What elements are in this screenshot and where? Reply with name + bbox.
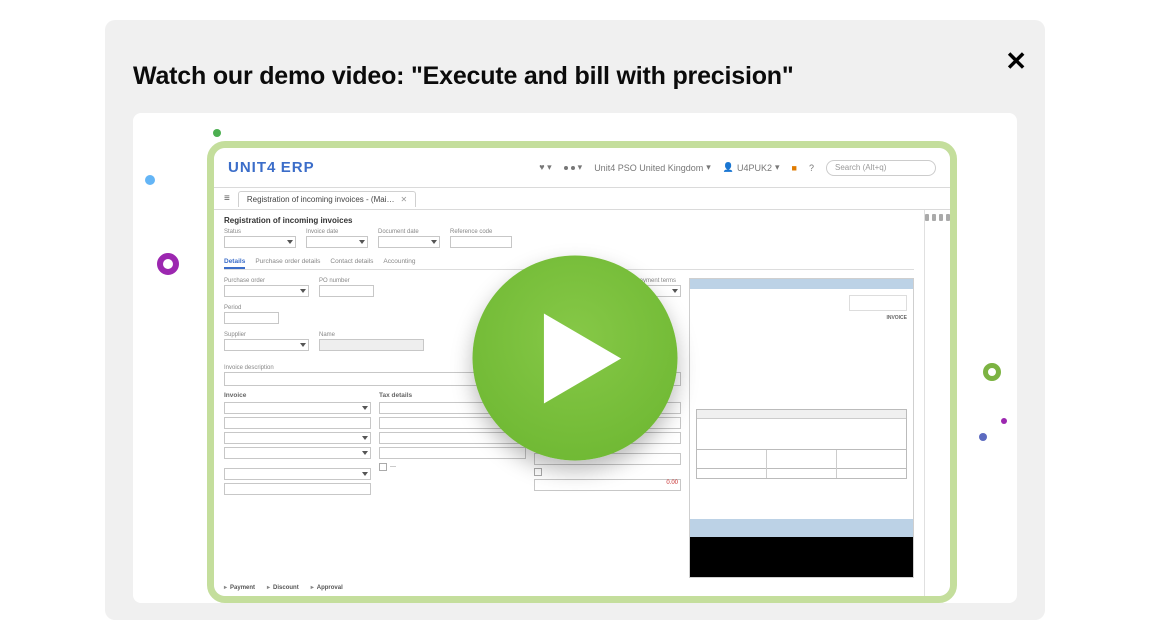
document-preview: INVOICE (689, 278, 914, 578)
tab-po-details: Purchase order details (255, 256, 320, 269)
play-button[interactable] (473, 256, 678, 461)
decorative-dot (1001, 418, 1007, 424)
tab-accounting: Accounting (383, 256, 415, 269)
close-icon: ✕ (400, 195, 407, 204)
apps-icon: ▾ (564, 162, 583, 173)
favorites-icon: ♥ ▾ (539, 162, 551, 173)
invoice-f3 (224, 432, 371, 444)
supplier-name (319, 339, 424, 351)
workspace-tab: Registration of incoming invoices - (Mai… (238, 191, 416, 207)
help-icon: ? (809, 163, 814, 173)
side-icon (946, 214, 950, 221)
invoice-f4 (224, 447, 371, 459)
section-payment: ▸Payment (224, 584, 255, 591)
page-title: Registration of incoming invoices (224, 216, 914, 225)
decorative-ring (983, 363, 1001, 381)
reference-code (450, 236, 512, 248)
po-number (319, 285, 374, 297)
user-menu: 👤 U4PUK2 ▾ (723, 162, 780, 173)
amt-f5: 0.00 (534, 479, 681, 491)
modal-title: Watch our demo video: "Execute and bill … (133, 62, 1017, 91)
invoice-date (306, 236, 368, 248)
notification-icon: ■ (792, 163, 797, 173)
global-search: Search (Alt+q) (826, 160, 936, 176)
company-selector: Unit4 PSO United Kingdom ▾ (594, 162, 711, 173)
section-discount: ▸Discount (267, 584, 299, 591)
play-icon (542, 313, 622, 403)
video-thumbnail[interactable]: UNIT4 ERP ♥ ▾ ▾ Unit4 PSO United Kingdom… (133, 113, 1017, 603)
period (224, 312, 279, 324)
demo-video-modal: ✕ Watch our demo video: "Execute and bil… (105, 20, 1045, 620)
close-button[interactable]: ✕ (1005, 48, 1027, 74)
erp-logo: UNIT4 ERP (228, 159, 315, 177)
supplier (224, 339, 309, 351)
erp-tabrow: ≡ Registration of incoming invoices - (M… (214, 188, 950, 210)
status-select (224, 236, 296, 248)
invoice-f1 (224, 402, 371, 414)
invoice-f5 (224, 468, 371, 480)
tax-f4 (379, 447, 526, 459)
invoice-f2 (224, 417, 371, 429)
side-icon (939, 214, 943, 221)
tab-details: Details (224, 256, 245, 269)
side-icon (932, 214, 936, 221)
decorative-dot (979, 433, 987, 441)
po-input (224, 285, 309, 297)
decorative-dot (213, 129, 221, 137)
decorative-dot (145, 175, 155, 185)
tax-f3 (379, 432, 526, 444)
erp-header: UNIT4 ERP ♥ ▾ ▾ Unit4 PSO United Kingdom… (214, 148, 950, 188)
side-icon (925, 214, 929, 221)
doc-invoice-label: INVOICE (886, 315, 907, 321)
section-approval: ▸Approval (311, 584, 343, 591)
erp-side-toolbar (924, 210, 950, 596)
invoice-f6 (224, 483, 371, 495)
document-date (378, 236, 440, 248)
tab-contact: Contact details (330, 256, 373, 269)
menu-icon: ≡ (224, 193, 230, 204)
decorative-ring (157, 253, 179, 275)
